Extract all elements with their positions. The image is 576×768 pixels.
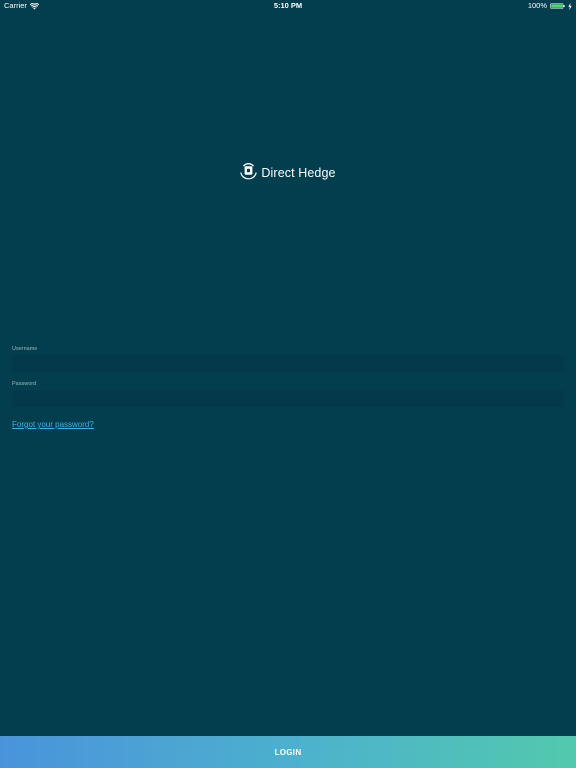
password-field-group: Password	[12, 380, 564, 407]
status-right: 100%	[528, 0, 572, 12]
login-screen: Carrier 5:10 PM 100% Direct Hedge Userna…	[0, 0, 576, 768]
status-time: 5:10 PM	[273, 1, 303, 10]
logo-text: Direct Hedge	[261, 166, 336, 180]
password-input[interactable]	[12, 390, 564, 407]
battery-percent: 100%	[527, 1, 547, 10]
username-label: Username	[12, 346, 38, 352]
login-button[interactable]: LOGIN	[0, 736, 576, 768]
battery-icon	[550, 3, 565, 9]
forgot-password-link[interactable]: Forgot your password?	[12, 420, 94, 429]
username-field-group: Username	[12, 345, 564, 372]
direct-hedge-logo-icon	[240, 162, 258, 185]
status-bar: Carrier 5:10 PM 100%	[0, 0, 576, 12]
charging-icon	[568, 2, 572, 10]
username-input[interactable]	[12, 355, 564, 372]
password-label: Password	[12, 381, 37, 387]
app-logo: Direct Hedge	[0, 162, 576, 185]
